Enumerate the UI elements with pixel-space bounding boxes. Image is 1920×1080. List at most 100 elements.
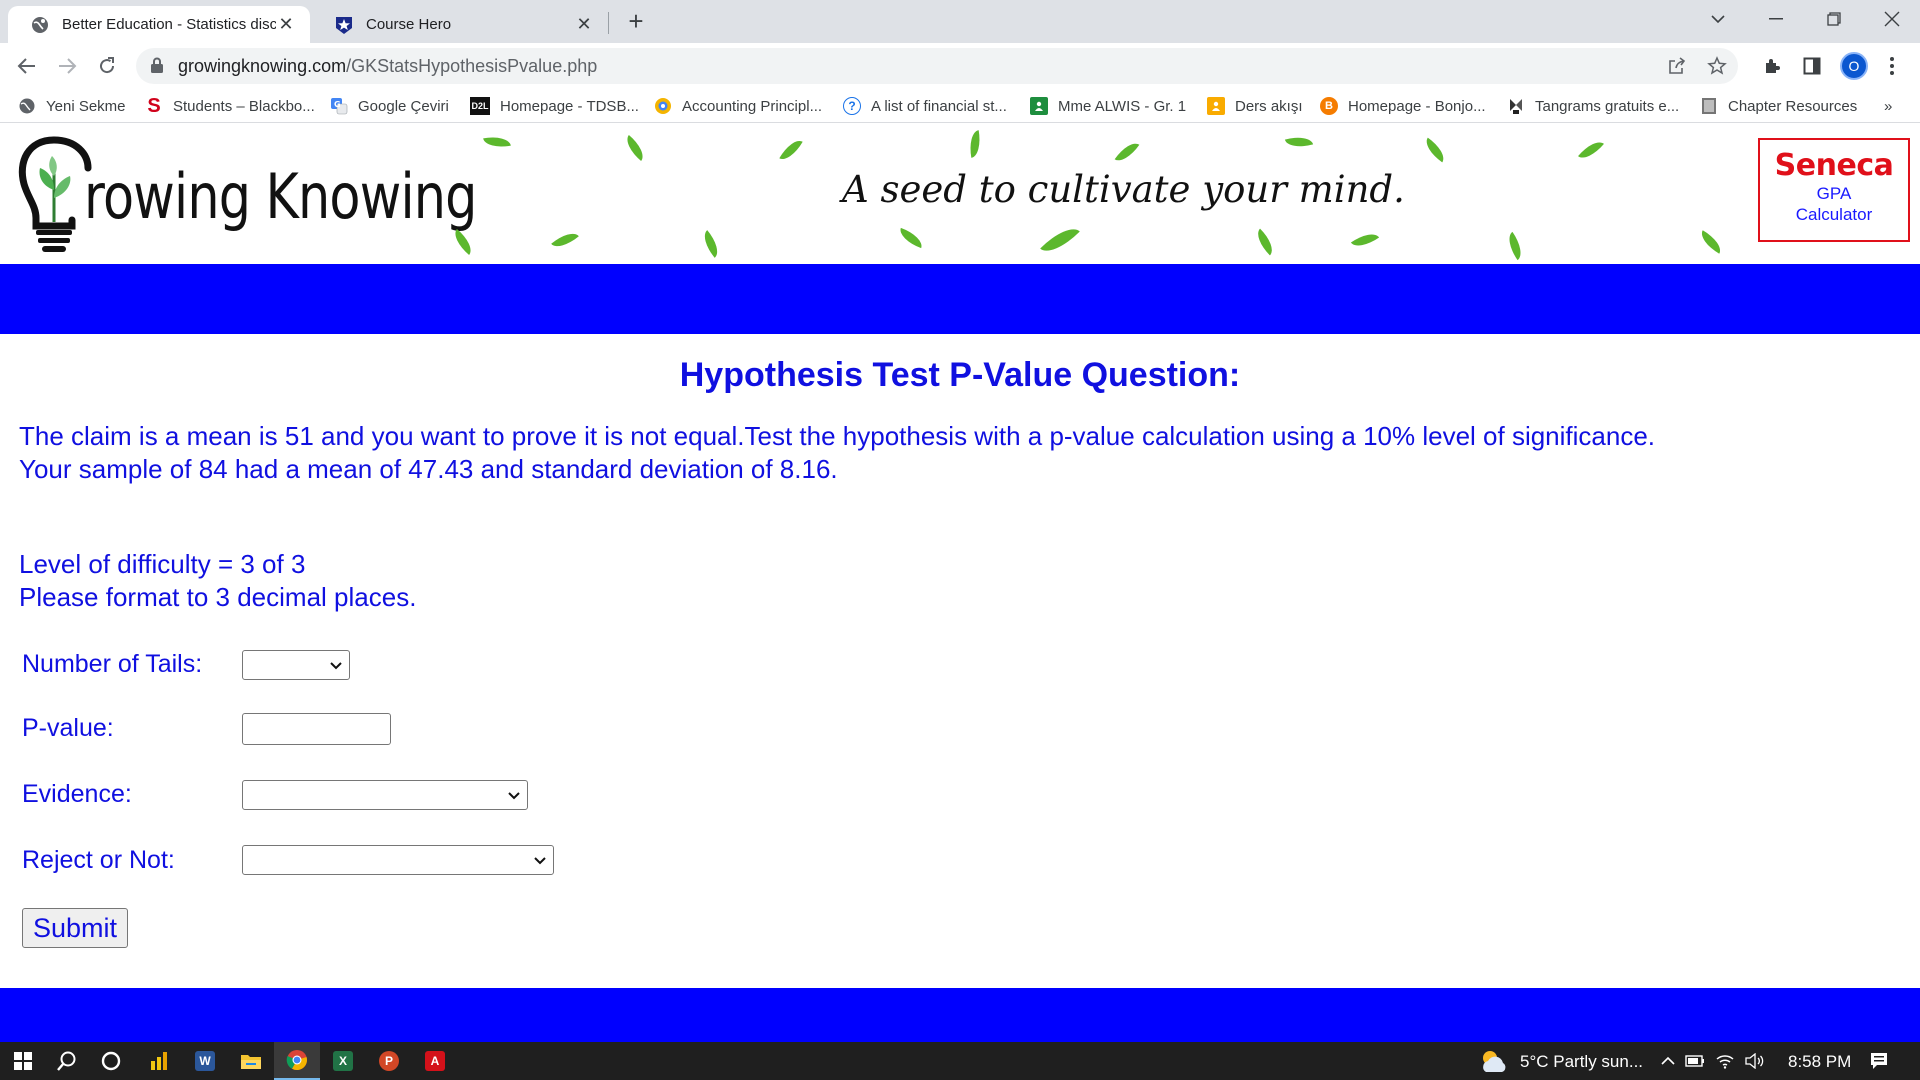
url-host: growingknowing.com — [178, 56, 347, 76]
seneca-line2: Calculator — [1795, 205, 1873, 224]
windows-taskbar: W X P A 5°C Partly sun... 8:58 PM — [0, 1042, 1920, 1080]
word-icon[interactable]: W — [182, 1042, 228, 1080]
leaf-decoration — [1578, 136, 1604, 164]
bookmark-tangrams[interactable]: Tangrams gratuits e... — [1507, 96, 1679, 116]
bookmarks-bar: Yeni Sekme S Students – Blackbo... G Goo… — [0, 89, 1920, 123]
restore-button[interactable] — [1810, 0, 1858, 38]
notifications-icon[interactable] — [1856, 1042, 1902, 1080]
leaf-decoration — [1114, 137, 1140, 167]
bookmark-label: A list of financial st... — [871, 97, 1007, 115]
cortana-icon[interactable] — [88, 1042, 134, 1080]
bookmark-label: Tangrams gratuits e... — [1535, 97, 1680, 115]
bookmark-yeni-sekme[interactable]: Yeni Sekme — [18, 96, 126, 116]
side-panel-icon[interactable] — [1798, 52, 1826, 80]
url-text: growingknowing.com/GKStatsHypothesisPval… — [178, 56, 597, 77]
chevron-down-icon — [533, 851, 547, 874]
tangram-icon — [1507, 97, 1525, 115]
question-line-2: Your sample of 84 had a mean of 47.43 an… — [19, 454, 838, 484]
excel-icon[interactable]: X — [320, 1042, 366, 1080]
bookmark-label: Yeni Sekme — [46, 97, 126, 115]
menu-icon[interactable] — [1878, 52, 1906, 80]
tab-title: Course Hero — [366, 16, 452, 33]
page-content: rowing Knowing A seed to cultivate your … — [0, 124, 1920, 1042]
leaf-decoration — [1040, 220, 1080, 260]
question-title: Hypothesis Test P-Value Question: — [679, 356, 1241, 394]
profile-avatar[interactable]: O — [1840, 52, 1868, 80]
minimize-button[interactable] — [1752, 0, 1800, 38]
seneca-line1: GPA — [1816, 184, 1852, 203]
bookmark-label: Homepage - Bonjo... — [1348, 97, 1486, 115]
bookmark-bonjour[interactable]: B Homepage - Bonjo... — [1320, 96, 1486, 116]
wifi-icon[interactable] — [1710, 1042, 1740, 1080]
acrobat-icon[interactable]: A — [412, 1042, 458, 1080]
pvalue-input[interactable] — [242, 713, 391, 745]
logo-text: rowing Knowing — [84, 160, 477, 233]
question-line-1: The claim is a mean is 51 and you want t… — [19, 421, 1656, 451]
leaf-decoration — [483, 133, 511, 151]
bookmark-chapter-resources[interactable]: Chapter Resources — [1700, 96, 1857, 116]
reject-label: Reject or Not: — [22, 846, 175, 874]
forward-button[interactable] — [52, 51, 82, 81]
reject-select[interactable] — [242, 845, 554, 875]
lock-icon[interactable] — [150, 57, 164, 79]
evidence-label: Evidence: — [22, 780, 132, 808]
windows-start-icon[interactable] — [0, 1042, 46, 1080]
tails-select[interactable] — [242, 650, 350, 680]
bookmark-blackboard[interactable]: S Students – Blackbo... — [145, 95, 315, 117]
leaf-decoration — [698, 230, 724, 258]
lightbulb-logo-icon — [18, 136, 92, 252]
format-instructions: Please format to 3 decimal places. — [19, 582, 417, 612]
file-explorer-icon[interactable] — [228, 1042, 274, 1080]
difficulty-info: Level of difficulty = 3 of 3 Please form… — [19, 548, 416, 614]
classroom-icon — [1030, 97, 1048, 115]
address-bar[interactable]: growingknowing.com/GKStatsHypothesisPval… — [136, 48, 1738, 84]
battery-icon[interactable] — [1680, 1042, 1710, 1080]
bookmark-tdsb[interactable]: D2L Homepage - TDSB... — [470, 96, 639, 116]
share-icon[interactable] — [1666, 55, 1688, 77]
close-window-button[interactable] — [1868, 0, 1916, 38]
close-icon[interactable]: ✕ — [574, 14, 594, 35]
question-text: The claim is a mean is 51 and you want t… — [19, 420, 1899, 486]
bookmark-mme-alwis[interactable]: Mme ALWIS - Gr. 1 — [1030, 96, 1186, 116]
leaf-decoration — [1696, 230, 1726, 254]
evidence-select[interactable] — [242, 780, 528, 810]
footer-blue-band — [0, 988, 1920, 1042]
volume-icon[interactable] — [1740, 1042, 1770, 1080]
site-banner: rowing Knowing A seed to cultivate your … — [0, 124, 1920, 264]
tab-better-education[interactable]: Better Education - Statistics disco ✕ — [8, 6, 310, 43]
submit-button[interactable]: Submit — [22, 908, 128, 948]
chrome-taskbar-icon[interactable] — [274, 1042, 320, 1080]
bookmark-label: Students – Blackbo... — [173, 97, 315, 115]
chevron-down-icon — [329, 656, 343, 679]
globe-icon — [30, 15, 50, 35]
tab-course-hero[interactable]: Course Hero ✕ — [312, 6, 608, 43]
search-icon[interactable] — [44, 1042, 90, 1080]
growing-knowing-logo[interactable]: rowing Knowing — [14, 132, 477, 260]
weather-icon[interactable] — [1470, 1042, 1516, 1080]
tab-search-icon[interactable] — [1694, 0, 1742, 38]
bookmark-label: Chapter Resources — [1728, 97, 1858, 115]
bookmark-accounting[interactable]: Accounting Principl... — [654, 96, 822, 116]
weather-text[interactable]: 5°C Partly sun... — [1520, 1052, 1643, 1072]
clock-time[interactable]: 8:58 PM — [1788, 1052, 1851, 1072]
back-button[interactable] — [12, 51, 42, 81]
tab-title: Better Education - Statistics disco — [62, 16, 276, 33]
bookmark-label: Mme ALWIS - Gr. 1 — [1058, 97, 1187, 115]
new-tab-button[interactable]: + — [620, 6, 652, 38]
classroom-icon — [1207, 97, 1225, 115]
powerpoint-icon[interactable]: P — [366, 1042, 412, 1080]
bookmark-ders-akisi[interactable]: Ders akışı — [1207, 96, 1303, 116]
star-icon[interactable] — [1706, 55, 1728, 77]
leaf-decoration — [621, 135, 649, 161]
bookmark-financial[interactable]: ? A list of financial st... — [843, 96, 1007, 116]
bookmark-label: Accounting Principl... — [682, 97, 823, 115]
bookmark-google-ceviri[interactable]: G Google Çeviri — [330, 96, 449, 116]
reload-button[interactable] — [92, 51, 122, 81]
power-bi-icon[interactable] — [136, 1042, 182, 1080]
bookmarks-more-button[interactable]: » — [1884, 96, 1892, 116]
seneca-gpa-link[interactable]: Seneca GPA Calculator — [1758, 138, 1910, 242]
leaf-decoration — [551, 227, 579, 253]
close-icon[interactable]: ✕ — [276, 14, 296, 35]
leaf-decoration — [1251, 228, 1279, 256]
extensions-icon[interactable] — [1758, 52, 1786, 80]
